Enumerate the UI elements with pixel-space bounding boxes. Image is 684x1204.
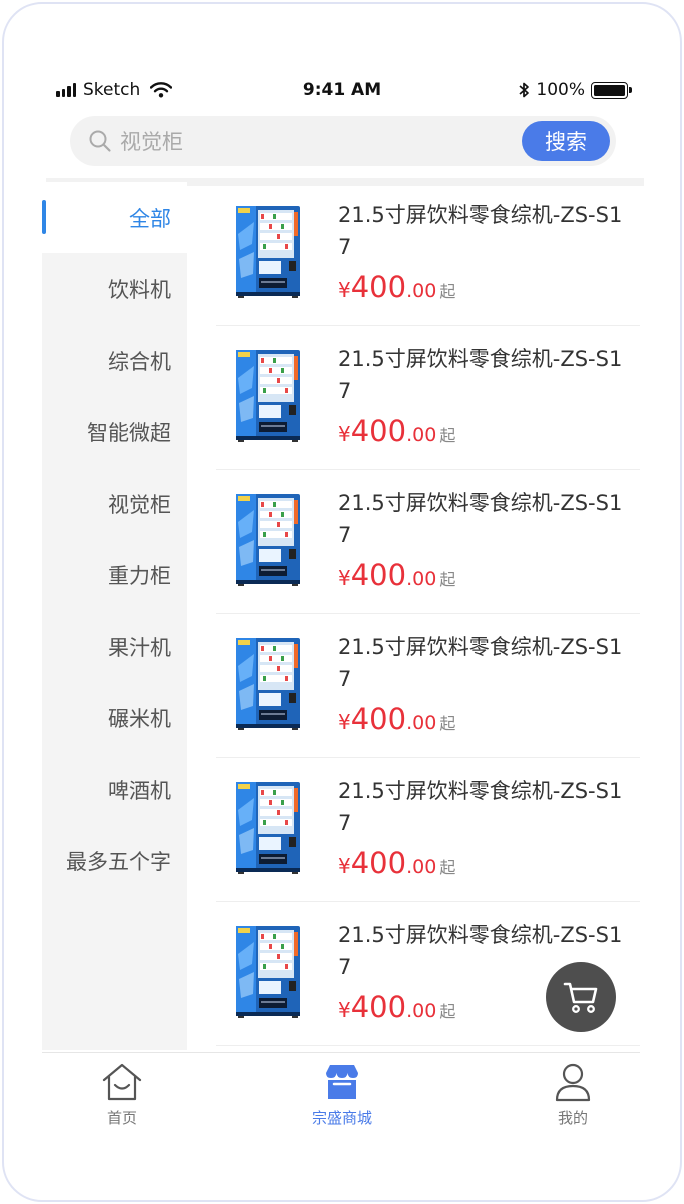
tab-mine[interactable]: 我的: [513, 1061, 633, 1128]
vending-machine-illustration: [236, 638, 300, 730]
category-label: 果汁机: [108, 635, 171, 660]
product-title: 21.5寸屏饮料零食综机-ZS-S17: [338, 491, 623, 547]
product-item[interactable]: 21.5寸屏饮料零食综机-ZS-S17 ¥400.00 起: [216, 614, 640, 758]
product-title: 21.5寸屏饮料零食综机-ZS-S17: [338, 635, 623, 691]
price-decimal: .00: [406, 1000, 437, 1022]
category-label: 重力柜: [108, 563, 171, 588]
cart-button[interactable]: [546, 962, 616, 1032]
product-image: [234, 204, 302, 300]
price-integer: 400: [350, 270, 407, 304]
product-price: ¥400.00 起: [338, 846, 455, 880]
status-right: 100%: [518, 80, 632, 100]
price-symbol: ¥: [338, 422, 351, 446]
price-decimal: .00: [406, 712, 437, 734]
price-suffix: 起: [439, 714, 456, 733]
home-icon: [102, 1063, 142, 1101]
price-symbol: ¥: [338, 854, 351, 878]
price-suffix: 起: [439, 1002, 456, 1021]
category-sidebar: 全部 饮料机 综合机 智能微超 视觉柜 重力柜 果汁机 碾米机 啤酒机 最多五个…: [42, 182, 187, 1050]
category-item-vision-cabinet[interactable]: 视觉柜: [42, 468, 187, 539]
tab-mall-label: 宗盛商城: [311, 1109, 372, 1127]
battery-label: 100%: [536, 80, 585, 100]
tab-home-label: 首页: [106, 1109, 137, 1127]
category-label: 全部: [129, 206, 171, 231]
product-image: [234, 492, 302, 588]
price-decimal: .00: [406, 280, 437, 302]
category-label: 啤酒机: [108, 778, 171, 803]
product-price: ¥400.00 起: [338, 702, 455, 736]
tab-home[interactable]: 首页: [62, 1061, 182, 1128]
price-symbol: ¥: [338, 566, 351, 590]
vending-machine-illustration: [236, 782, 300, 874]
category-item-beverage[interactable]: 饮料机: [42, 253, 187, 324]
product-title: 21.5寸屏饮料零食综机-ZS-S17: [338, 779, 623, 835]
price-suffix: 起: [439, 426, 456, 445]
product-image: [234, 348, 302, 444]
price-decimal: .00: [406, 856, 437, 878]
product-item[interactable]: 21.5寸屏饮料零食综机-ZS-S17 ¥400.00 起: [216, 326, 640, 470]
category-item-combo[interactable]: 综合机: [42, 325, 187, 396]
product-price: ¥400.00 起: [338, 270, 455, 304]
category-item-juicer[interactable]: 果汁机: [42, 611, 187, 682]
vending-machine-illustration: [236, 206, 300, 298]
product-price: ¥400.00 起: [338, 990, 455, 1024]
price-symbol: ¥: [338, 998, 351, 1022]
price-symbol: ¥: [338, 278, 351, 302]
category-label: 智能微超: [87, 420, 171, 445]
price-decimal: .00: [406, 568, 437, 590]
product-image: [234, 636, 302, 732]
user-icon: [555, 1063, 591, 1102]
category-label: 碾米机: [108, 706, 171, 731]
category-label: 视觉柜: [108, 492, 171, 517]
product-price: ¥400.00 起: [338, 558, 455, 592]
price-suffix: 起: [439, 570, 456, 589]
category-item-smart-mini-market[interactable]: 智能微超: [42, 396, 187, 467]
search-button[interactable]: 搜索: [522, 121, 610, 161]
store-icon: [326, 1065, 358, 1099]
product-price: ¥400.00 起: [338, 414, 455, 448]
cart-icon: [563, 982, 598, 1013]
price-decimal: .00: [406, 424, 437, 446]
category-item-all[interactable]: 全部: [42, 182, 187, 253]
product-item[interactable]: 21.5寸屏饮料零食综机-ZS-S17 ¥400.00 起: [216, 470, 640, 614]
price-integer: 400: [350, 702, 407, 736]
price-integer: 400: [350, 846, 407, 880]
bluetooth-icon: [519, 82, 530, 98]
product-image: [234, 924, 302, 1020]
price-integer: 400: [350, 414, 407, 448]
product-image: [234, 780, 302, 876]
product-item[interactable]: 21.5寸屏饮料零食综机-ZS-S17 ¥400.00 起: [216, 182, 640, 326]
category-label: 综合机: [108, 349, 171, 374]
category-item-rice-mill[interactable]: 碾米机: [42, 682, 187, 753]
product-item[interactable]: 21.5寸屏饮料零食综机-ZS-S17 ¥400.00 起: [216, 758, 640, 902]
tab-mine-label: 我的: [557, 1109, 588, 1127]
search-icon: [89, 130, 111, 152]
price-integer: 400: [350, 558, 407, 592]
category-label: 饮料机: [108, 277, 171, 302]
vending-machine-illustration: [236, 350, 300, 442]
product-list: 21.5寸屏饮料零食综机-ZS-S17 ¥400.00 起 21.5寸屏饮料零食综…: [216, 182, 640, 1050]
price-integer: 400: [350, 990, 407, 1024]
battery-icon: [591, 81, 632, 99]
category-item-gravity-cabinet[interactable]: 重力柜: [42, 539, 187, 610]
vending-machine-illustration: [236, 926, 300, 1018]
product-title: 21.5寸屏饮料零食综机-ZS-S17: [338, 203, 623, 259]
vending-machine-illustration: [236, 494, 300, 586]
category-item-beer[interactable]: 啤酒机: [42, 754, 187, 825]
category-item-max-five[interactable]: 最多五个字: [42, 825, 187, 896]
category-label: 最多五个字: [66, 849, 171, 874]
tab-bar: 首页 宗盛商城 我的: [42, 1052, 640, 1142]
price-suffix: 起: [439, 858, 456, 877]
product-title: 21.5寸屏饮料零食综机-ZS-S17: [338, 347, 623, 403]
search-input[interactable]: 视觉柜: [120, 126, 522, 156]
search-bar[interactable]: 视觉柜 搜索: [70, 116, 616, 166]
price-symbol: ¥: [338, 710, 351, 734]
tab-mall[interactable]: 宗盛商城: [282, 1061, 402, 1128]
price-suffix: 起: [439, 282, 456, 301]
active-indicator: [42, 200, 46, 234]
status-bar: Sketch 9:41 AM 100%: [4, 78, 680, 108]
